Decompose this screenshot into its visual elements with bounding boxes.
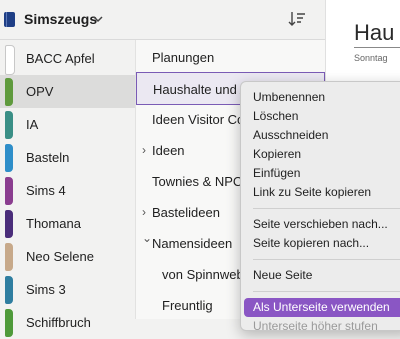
- section-label: Thomana: [26, 216, 81, 231]
- section-item[interactable]: BACC Apfel: [0, 42, 135, 75]
- section-color-tab: [5, 144, 13, 172]
- chevron-down-icon[interactable]: ⌄: [142, 231, 152, 245]
- menu-item[interactable]: Als Unterseite verwenden: [244, 298, 400, 317]
- menu-item-label: Neue Seite: [253, 268, 313, 282]
- menu-item[interactable]: Ausschneiden: [241, 126, 400, 145]
- page-label: Namensideen: [152, 236, 233, 251]
- menu-item-label: Umbenennen: [253, 90, 326, 104]
- section-color-tab: [5, 177, 13, 205]
- menu-item-label: Als Unterseite verwenden: [253, 300, 390, 314]
- section-item[interactable]: IA: [0, 108, 135, 141]
- menu-item-label: Link zu Seite kopieren: [253, 185, 372, 199]
- section-color-tab: [5, 243, 13, 271]
- section-label: Sims 4: [26, 183, 66, 198]
- menu-item-label: Einfügen: [253, 166, 301, 180]
- section-label: BACC Apfel: [26, 51, 95, 66]
- section-label: IA: [26, 117, 39, 132]
- menu-item-label: Löschen: [253, 109, 299, 123]
- section-label: Sims 3: [26, 282, 66, 297]
- section-color-tab: [5, 309, 13, 337]
- page-label: Townies & NPCs: [152, 174, 249, 189]
- page-label: Bastelideen: [152, 205, 220, 220]
- page-title[interactable]: Hau: [354, 20, 394, 46]
- section-item[interactable]: OPV: [0, 75, 135, 108]
- menu-item[interactable]: Seite verschieben nach...: [241, 215, 400, 234]
- menu-item[interactable]: Einfügen: [241, 164, 400, 183]
- section-label: OPV: [26, 84, 54, 99]
- section-item[interactable]: Thomana: [0, 207, 135, 240]
- section-item[interactable]: Sims 3: [0, 273, 135, 306]
- notebook-header: Simszeugs: [0, 0, 325, 40]
- menu-item[interactable]: Kopieren: [241, 145, 400, 164]
- section-item[interactable]: Sims 4: [0, 174, 135, 207]
- menu-item-label: Unterseite höher stufen: [253, 319, 378, 333]
- notebook-icon: [4, 12, 15, 27]
- menu-separator: [253, 208, 400, 209]
- chevron-right-icon[interactable]: ›: [142, 143, 146, 157]
- menu-separator: [253, 291, 400, 292]
- section-label: Basteln: [26, 150, 70, 165]
- section-color-tab: [5, 111, 13, 139]
- page-label: von Spinnweb: [162, 267, 244, 282]
- section-color-tab: [5, 78, 13, 106]
- page-label: Freuntlig: [162, 298, 213, 313]
- menu-item-label: Seite verschieben nach...: [253, 217, 388, 231]
- page-item[interactable]: Planungen: [136, 41, 325, 74]
- menu-item[interactable]: Neue Seite: [241, 266, 400, 285]
- section-color-tab: [5, 210, 13, 238]
- section-item[interactable]: Neo Selene: [0, 240, 135, 273]
- menu-separator: [253, 259, 400, 260]
- menu-item-label: Kopieren: [253, 147, 302, 161]
- section-label: Schiffbruch: [26, 315, 91, 330]
- menu-item-label: Ausschneiden: [253, 128, 329, 142]
- menu-item[interactable]: Löschen: [241, 107, 400, 126]
- page-date: Sonntag: [354, 53, 388, 63]
- menu-item[interactable]: Seite kopieren nach...: [241, 234, 400, 253]
- page-label: Haushalte und A: [153, 82, 249, 97]
- chevron-right-icon[interactable]: ›: [142, 205, 146, 219]
- section-item[interactable]: Basteln: [0, 141, 135, 174]
- section-item[interactable]: Schiffbruch: [0, 306, 135, 339]
- menu-item-label: Seite kopieren nach...: [253, 236, 370, 250]
- section-color-tab: [5, 276, 13, 304]
- menu-item: Unterseite höher stufen: [241, 317, 400, 336]
- section-list: BACC Apfel OPV IA Basteln Sims 4 Thomana Neo S…: [0, 40, 135, 337]
- page-label: Planungen: [152, 50, 215, 65]
- section-label: Neo Selene: [26, 249, 94, 264]
- menu-item[interactable]: Umbenennen: [241, 88, 400, 107]
- page-label: Ideen Visitor Co: [152, 112, 245, 127]
- chevron-down-icon[interactable]: [93, 14, 103, 24]
- context-menu: Umbenennen Löschen Ausschneiden Kopieren Ein…: [240, 81, 400, 333]
- notebook-title[interactable]: Simszeugs: [24, 11, 97, 27]
- page-label: Ideen: [152, 143, 185, 158]
- menu-item[interactable]: Link zu Seite kopieren: [241, 183, 400, 202]
- sort-icon[interactable]: [288, 10, 306, 28]
- title-underline: [354, 47, 400, 48]
- section-color-tab: [5, 45, 15, 75]
